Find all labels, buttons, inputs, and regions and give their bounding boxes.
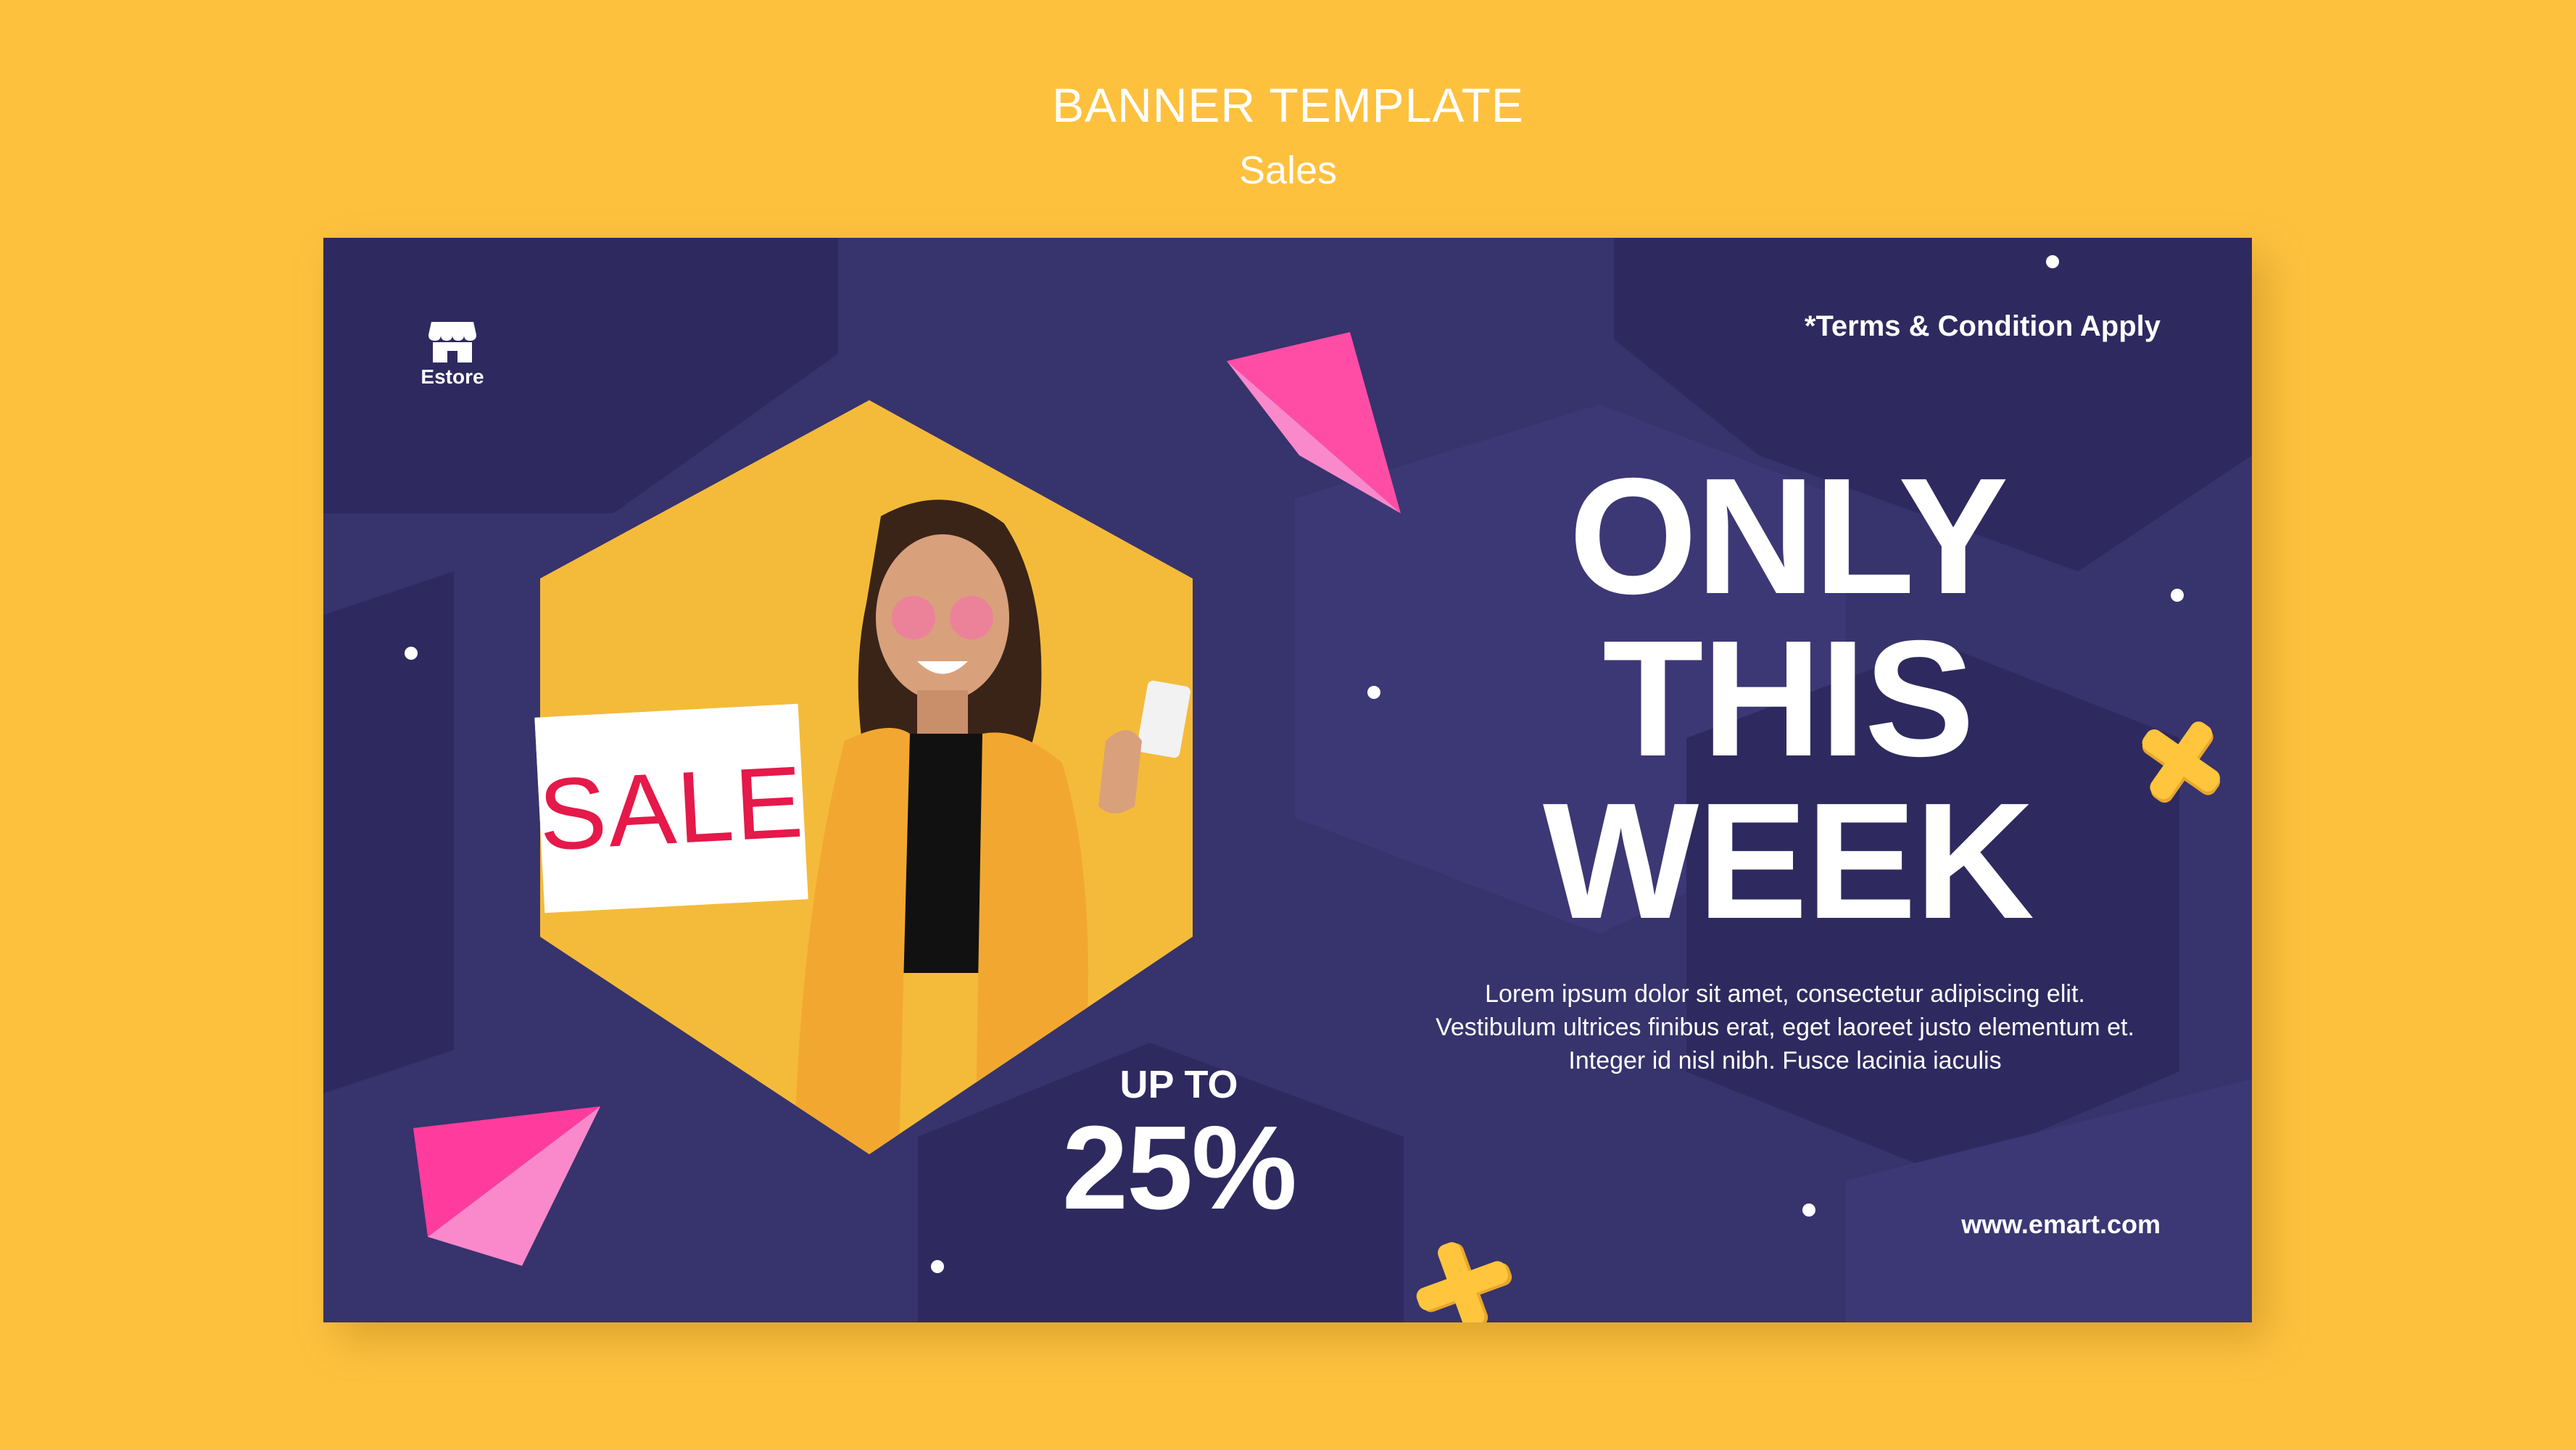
decor-dot	[2171, 589, 2184, 602]
store-icon	[428, 322, 476, 362]
headline-line-1: ONLY	[1568, 444, 2008, 629]
decor-dot	[1802, 1204, 1815, 1217]
page-subtitle: Sales	[1238, 149, 1338, 192]
discount-value: 25%	[1061, 1101, 1297, 1234]
decor-dot	[931, 1260, 944, 1273]
sales-banner: Estore *Terms & Condition Apply SALE ONL…	[323, 238, 2252, 1322]
body-text: Lorem ipsum dolor sit amet, consectetur …	[1436, 980, 2134, 1074]
headline-line-2: THIS	[1602, 607, 1974, 791]
page-header: BANNER TEMPLATE Sales	[0, 81, 2576, 190]
discount-block: UP TO 25%	[1056, 1063, 1302, 1230]
yellow-cross-right	[2142, 721, 2221, 803]
website-url: www.emart.com	[1961, 1209, 2161, 1239]
page-title: BANNER TEMPLATE	[1052, 78, 1524, 132]
pink-triangle-top	[1227, 332, 1401, 513]
discount-prefix: UP TO	[1119, 1063, 1238, 1106]
estore-logo: Estore	[416, 319, 489, 389]
terms-text: *Terms & Condition Apply	[1804, 310, 2161, 342]
pink-triangle-bottom	[413, 1106, 600, 1266]
decor-dot	[2046, 255, 2059, 268]
decor-dot	[1367, 686, 1380, 699]
decor-dot	[405, 647, 418, 660]
yellow-cross-bottom	[1416, 1242, 1512, 1322]
logo-label: Estore	[421, 365, 484, 388]
headline-line-3: WEEK	[1543, 769, 2034, 953]
sale-sign: SALE	[534, 704, 808, 914]
headline: ONLY THIS WEEK	[1454, 444, 2121, 953]
